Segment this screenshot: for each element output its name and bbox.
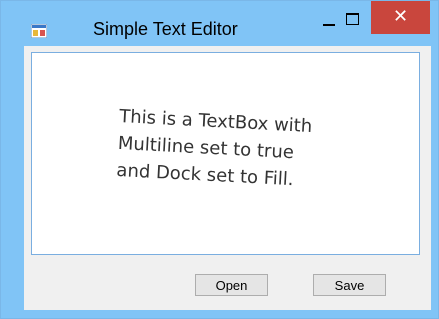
open-button[interactable]: Open xyxy=(195,274,268,296)
maximize-button[interactable] xyxy=(337,1,371,38)
textbox-annotation: This is a TextBox with Multiline set to … xyxy=(116,103,410,199)
window-title: Simple Text Editor xyxy=(93,19,238,39)
form-client-area: This is a TextBox with Multiline set to … xyxy=(24,46,431,310)
app-icon[interactable] xyxy=(31,24,47,38)
minimize-icon xyxy=(323,24,335,26)
maximize-icon xyxy=(346,13,359,25)
multiline-textbox[interactable]: This is a TextBox with Multiline set to … xyxy=(31,52,420,255)
close-icon: ✕ xyxy=(392,6,409,27)
app-window: Simple Text Editor ✕ This is a TextBox w… xyxy=(0,0,439,319)
save-button[interactable]: Save xyxy=(313,274,386,296)
title-bar[interactable]: Simple Text Editor ✕ xyxy=(1,1,438,46)
close-button[interactable]: ✕ xyxy=(371,1,430,34)
